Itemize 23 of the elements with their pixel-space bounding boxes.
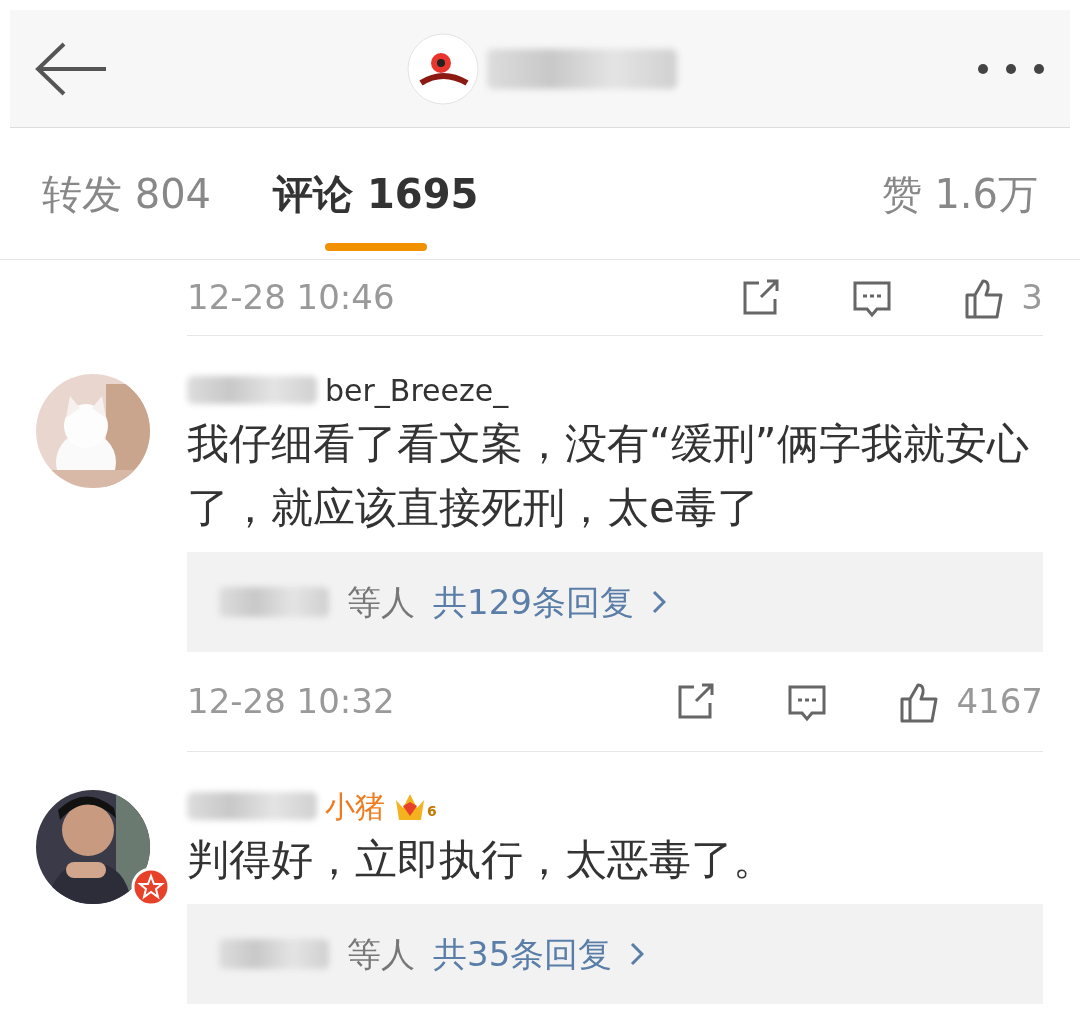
comment-text: 判得好，立即执行，太恶毒了。 — [187, 834, 776, 886]
post-time: 12-28 10:32 — [187, 680, 395, 723]
logo-icon — [407, 32, 479, 105]
replies-panel[interactable]: 等人 共35条回复 — [187, 904, 1043, 1004]
tab[interactable]: 评论 1695 — [273, 128, 479, 259]
comment-text: 我仔细看了看文案，没有“缓刑”俩字我就安心了，就应该直接死刑，太e毒了 — [187, 418, 1030, 534]
more-icon[interactable] — [976, 61, 1046, 76]
replies-by: 等人 — [347, 580, 415, 624]
replies-by: 等人 — [347, 932, 415, 976]
vip-level: 6 — [427, 802, 437, 821]
tab[interactable]: 赞 1.6万 — [881, 128, 1038, 259]
user-name[interactable]: ber_Breeze_ — [325, 367, 509, 413]
like-count: 3 — [1021, 276, 1043, 319]
replies-panel[interactable]: 等人 共129条回复 — [187, 552, 1043, 652]
like-count: 4167 — [956, 680, 1043, 723]
tab[interactable]: 转发 804 — [42, 128, 212, 259]
chevron-icon[interactable] — [651, 590, 666, 614]
chevron-icon[interactable] — [630, 942, 645, 966]
reply-count[interactable]: 共129条回复 — [433, 576, 634, 628]
user-name[interactable]: 小猪 — [325, 783, 385, 829]
post-time: 12-28 10:46 — [187, 276, 395, 319]
back-icon[interactable] — [34, 40, 108, 97]
reply-count[interactable]: 共35条回复 — [433, 928, 613, 980]
